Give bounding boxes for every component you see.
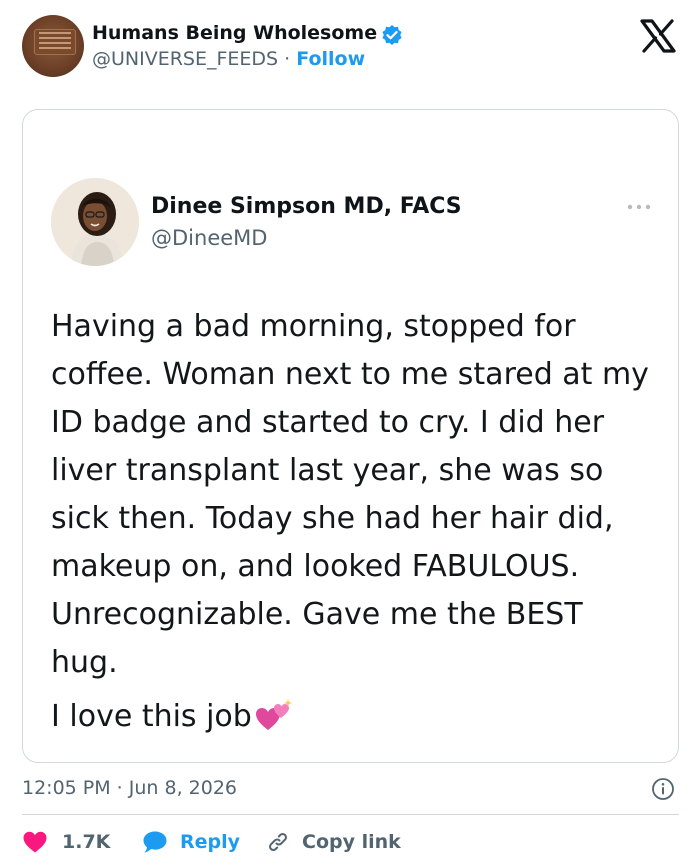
closing-text: I love this job: [51, 699, 252, 734]
reply-label: Reply: [180, 831, 241, 853]
like-button[interactable]: 1.7K: [22, 828, 110, 856]
quoted-author-handle[interactable]: @DineeMD: [151, 226, 267, 250]
quoted-tweet-closing: I love this job: [51, 697, 294, 737]
copy-link-button[interactable]: Copy link: [266, 828, 401, 856]
author-handle[interactable]: @UNIVERSE_FEEDS: [92, 48, 278, 70]
more-options-icon[interactable]: [626, 203, 652, 211]
reply-button[interactable]: Reply: [142, 828, 240, 856]
quoted-author-avatar[interactable]: [51, 178, 139, 266]
quoted-tweet-card[interactable]: Dinee Simpson MD, FACS @DineeMD Having a…: [22, 109, 679, 763]
actions-divider: [22, 814, 679, 815]
like-count: 1.7K: [62, 831, 111, 853]
handle-separator: ·: [284, 48, 291, 70]
quoted-tweet-text: Having a bad morning, stopped for coffee…: [51, 309, 649, 680]
author-name[interactable]: Humans Being Wholesome: [92, 22, 377, 44]
tweet-timestamp[interactable]: 12:05 PM · Jun 8, 2026: [22, 777, 237, 799]
verified-badge-icon: [382, 25, 402, 45]
copy-link-label: Copy link: [302, 831, 401, 853]
sparkling-hearts-icon: [255, 699, 292, 730]
author-handle-row: @UNIVERSE_FEEDS · Follow: [92, 48, 365, 70]
portrait-image: [51, 178, 139, 266]
heart-icon: [23, 831, 47, 853]
x-logo-icon[interactable]: [638, 18, 678, 54]
avatar-plaque-image: [34, 29, 76, 55]
follow-button[interactable]: Follow: [296, 48, 365, 70]
tweet-header: Humans Being Wholesome @UNIVERSE_FEEDS ·…: [0, 0, 700, 100]
quoted-author-name[interactable]: Dinee Simpson MD, FACS: [151, 194, 462, 219]
info-icon[interactable]: [651, 777, 675, 801]
author-avatar[interactable]: [22, 15, 84, 77]
link-icon: [269, 833, 287, 851]
reply-bubble-icon: [143, 831, 167, 853]
